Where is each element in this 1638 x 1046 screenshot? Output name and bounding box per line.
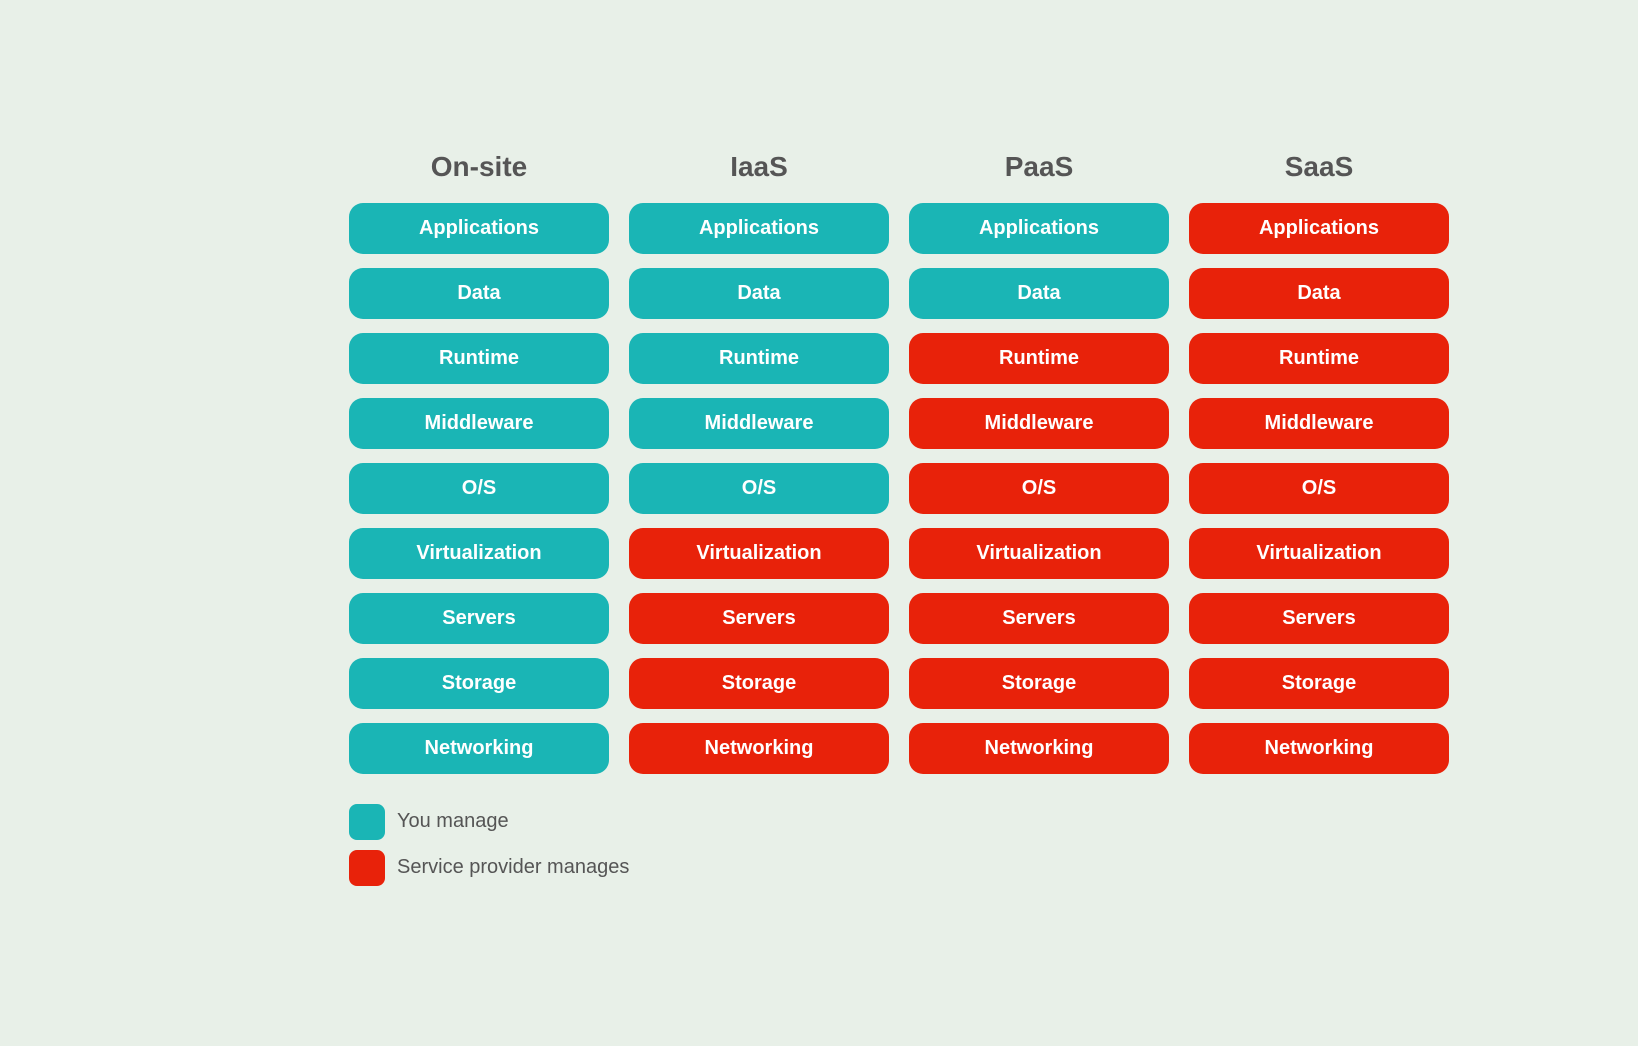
- legend-teal-label: You manage: [397, 810, 509, 833]
- cell-row6-col0: Servers: [349, 593, 609, 644]
- cell-row2-col3: Runtime: [1189, 333, 1449, 384]
- cell-row3-col2: Middleware: [909, 398, 1169, 449]
- legend-red-dot: [349, 850, 385, 886]
- cell-row6-col2: Servers: [909, 593, 1169, 644]
- cell-row3-col1: Middleware: [629, 398, 889, 449]
- cell-row0-col2: Applications: [909, 203, 1169, 254]
- cell-row5-col3: Virtualization: [1189, 528, 1449, 579]
- cell-row6-col3: Servers: [1189, 593, 1449, 644]
- header-iaas: IaaS: [629, 151, 889, 183]
- cell-row6-col1: Servers: [629, 593, 889, 644]
- cell-row4-col1: O/S: [629, 463, 889, 514]
- column-headers: On-site IaaS PaaS SaaS: [349, 151, 1309, 183]
- cell-row5-col1: Virtualization: [629, 528, 889, 579]
- cell-row4-col3: O/S: [1189, 463, 1449, 514]
- cell-row8-col0: Networking: [349, 723, 609, 774]
- main-container: On-site IaaS PaaS SaaS Applications Appli…: [269, 111, 1369, 936]
- cell-row4-col0: O/S: [349, 463, 609, 514]
- header-paas: PaaS: [909, 151, 1169, 183]
- legend-red: Service provider manages: [349, 850, 1309, 886]
- legend-teal: You manage: [349, 804, 1309, 840]
- cell-row0-col0: Applications: [349, 203, 609, 254]
- cell-row8-col2: Networking: [909, 723, 1169, 774]
- legend-teal-dot: [349, 804, 385, 840]
- service-grid: ApplicationsApplicationsApplicationsAppl…: [349, 203, 1309, 774]
- cell-row1-col1: Data: [629, 268, 889, 319]
- cell-row5-col0: Virtualization: [349, 528, 609, 579]
- cell-row7-col2: Storage: [909, 658, 1169, 709]
- cell-row1-col3: Data: [1189, 268, 1449, 319]
- cell-row1-col2: Data: [909, 268, 1169, 319]
- legend: You manage Service provider manages: [349, 804, 1309, 886]
- cell-row3-col3: Middleware: [1189, 398, 1449, 449]
- header-saas: SaaS: [1189, 151, 1449, 183]
- cell-row0-col3: Applications: [1189, 203, 1449, 254]
- cell-row2-col2: Runtime: [909, 333, 1169, 384]
- cell-row1-col0: Data: [349, 268, 609, 319]
- cell-row2-col0: Runtime: [349, 333, 609, 384]
- cell-row2-col1: Runtime: [629, 333, 889, 384]
- cell-row0-col1: Applications: [629, 203, 889, 254]
- cell-row8-col3: Networking: [1189, 723, 1449, 774]
- header-onsite: On-site: [349, 151, 609, 183]
- cell-row4-col2: O/S: [909, 463, 1169, 514]
- cell-row7-col3: Storage: [1189, 658, 1449, 709]
- legend-red-label: Service provider manages: [397, 856, 629, 879]
- cell-row7-col1: Storage: [629, 658, 889, 709]
- cell-row8-col1: Networking: [629, 723, 889, 774]
- cell-row5-col2: Virtualization: [909, 528, 1169, 579]
- cell-row3-col0: Middleware: [349, 398, 609, 449]
- cell-row7-col0: Storage: [349, 658, 609, 709]
